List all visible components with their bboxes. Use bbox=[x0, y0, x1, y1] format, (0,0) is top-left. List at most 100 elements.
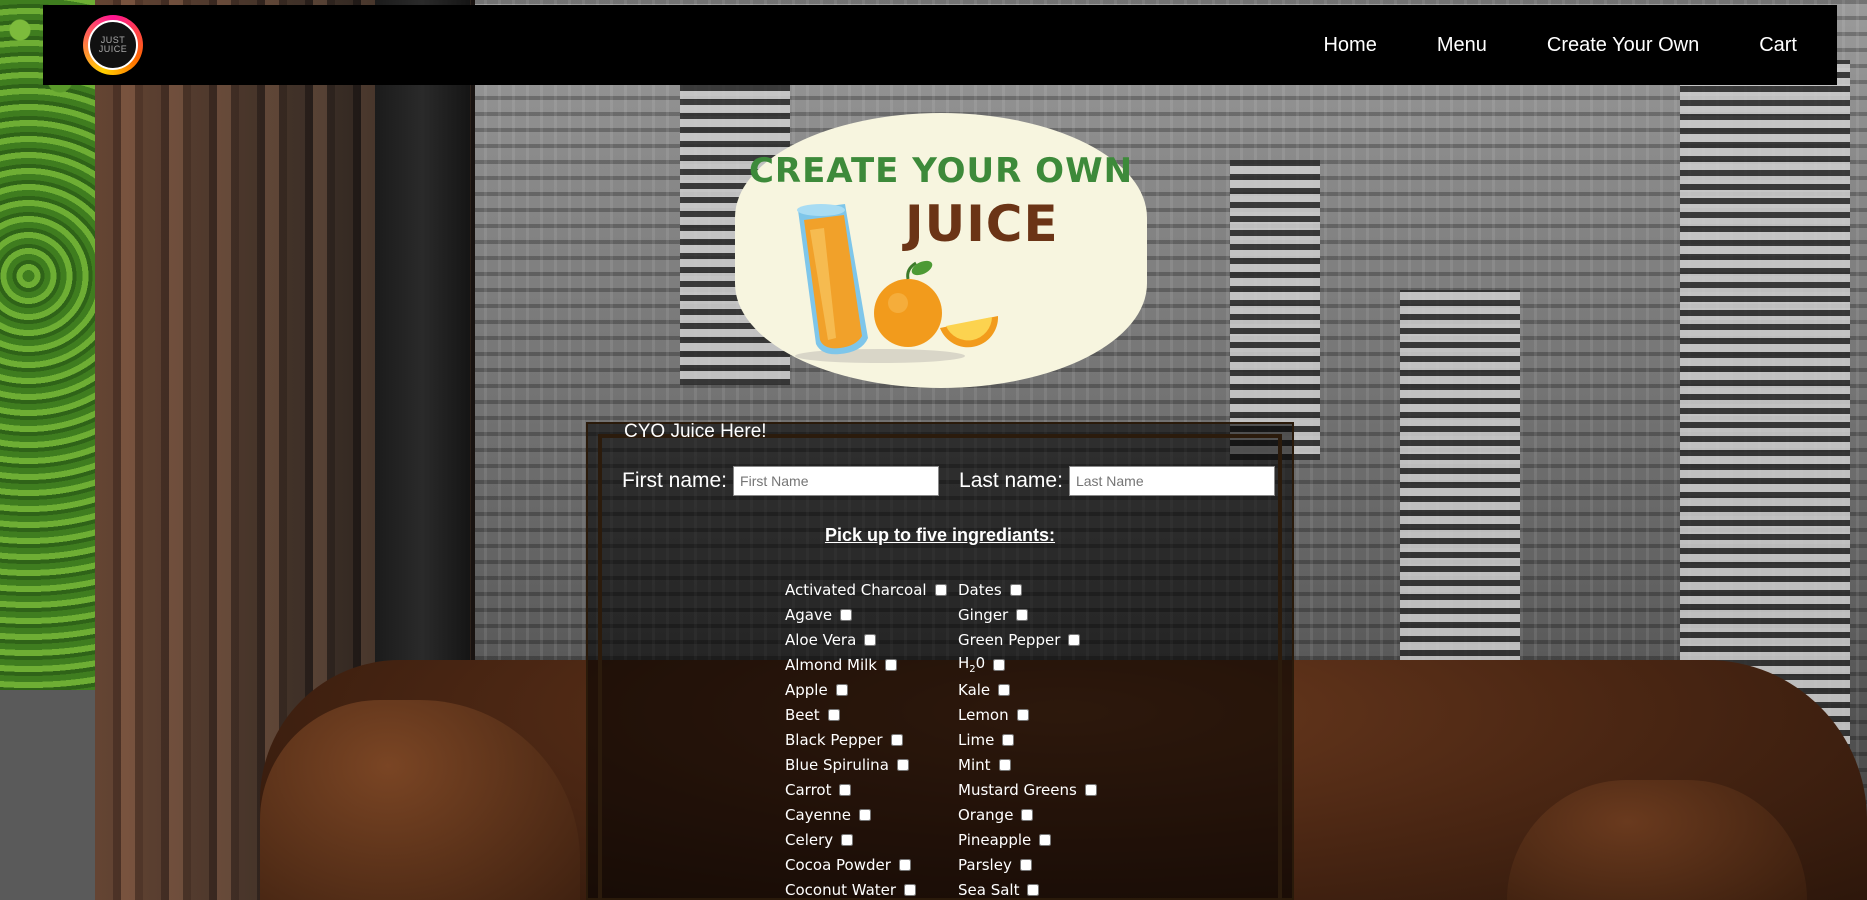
nav-link-cart[interactable]: Cart bbox=[1759, 34, 1797, 57]
ingredient-label: Celery bbox=[785, 830, 834, 849]
ingredient-label: Dates bbox=[958, 580, 1002, 599]
building bbox=[1230, 160, 1320, 460]
ingredient-label: H20 bbox=[958, 654, 986, 675]
ingredient-label: Parsley bbox=[958, 855, 1012, 874]
ingredient-option[interactable]: Activated Charcoal bbox=[785, 577, 947, 602]
green-hedge bbox=[0, 0, 95, 690]
last-name-label: Last name: bbox=[959, 469, 1063, 492]
ingredient-checkbox[interactable] bbox=[840, 608, 853, 621]
ingredient-checkbox[interactable] bbox=[998, 683, 1011, 696]
ingredient-option[interactable]: H20 bbox=[958, 652, 1097, 677]
ingredient-checkbox[interactable] bbox=[1016, 708, 1029, 721]
glass-icon bbox=[797, 204, 868, 355]
ingredient-checkbox[interactable] bbox=[884, 658, 897, 671]
ingredient-checkbox[interactable] bbox=[835, 683, 848, 696]
ingredient-label: Ginger bbox=[958, 605, 1009, 624]
ingredient-checkbox[interactable] bbox=[904, 883, 917, 896]
ingredient-label: Mustard Greens bbox=[958, 780, 1077, 799]
ingredient-label: Orange bbox=[958, 805, 1014, 824]
ingredient-option[interactable]: Agave bbox=[785, 602, 947, 627]
ingredient-checkbox[interactable] bbox=[898, 858, 911, 871]
ingredient-checkbox[interactable] bbox=[1002, 733, 1015, 746]
ingredient-option[interactable]: Mint bbox=[958, 752, 1097, 777]
ingredient-option[interactable]: Cayenne bbox=[785, 802, 947, 827]
ingredient-option[interactable]: Coconut Water bbox=[785, 877, 947, 900]
ingredient-option[interactable]: Dates bbox=[958, 577, 1097, 602]
ingredient-checkbox[interactable] bbox=[1027, 883, 1040, 896]
ingredient-checkbox[interactable] bbox=[1021, 808, 1034, 821]
ingredient-checkbox[interactable] bbox=[890, 733, 903, 746]
ingredient-option[interactable]: Black Pepper bbox=[785, 727, 947, 752]
ingredient-label: Activated Charcoal bbox=[785, 580, 927, 599]
ingredients-column-1: Activated Charcoal Agave Aloe Vera Almon… bbox=[785, 577, 947, 900]
ingredient-checkbox[interactable] bbox=[839, 783, 852, 796]
ingredient-label: Kale bbox=[958, 680, 991, 699]
ingredient-checkbox[interactable] bbox=[1084, 783, 1097, 796]
ingredient-option[interactable]: Lime bbox=[958, 727, 1097, 752]
navbar: JUST JUICE Home Menu Create Your Own Car… bbox=[43, 5, 1837, 85]
ingredients-column-2: Dates Ginger Green Pepper H20 Kale Lemon… bbox=[958, 577, 1097, 900]
ingredient-option[interactable]: Ginger bbox=[958, 602, 1097, 627]
ingredient-checkbox[interactable] bbox=[859, 808, 872, 821]
dark-pillar bbox=[375, 0, 470, 720]
ingredient-option[interactable]: Aloe Vera bbox=[785, 627, 947, 652]
ingredient-label: Lime bbox=[958, 730, 995, 749]
ingredient-option[interactable]: Carrot bbox=[785, 777, 947, 802]
first-name-input[interactable] bbox=[733, 466, 940, 496]
ingredient-label: Agave bbox=[785, 605, 833, 624]
ingredient-label: Almond Milk bbox=[785, 655, 877, 674]
ingredient-label: Cayenne bbox=[785, 805, 852, 824]
ingredient-option[interactable]: Almond Milk bbox=[785, 652, 947, 677]
ingredient-option[interactable]: Mustard Greens bbox=[958, 777, 1097, 802]
ingredient-label: Sea Salt bbox=[958, 880, 1020, 899]
ingredient-option[interactable]: Pineapple bbox=[958, 827, 1097, 852]
ingredient-option[interactable]: Cocoa Powder bbox=[785, 852, 947, 877]
juice-glass-icon bbox=[795, 204, 999, 363]
ingredient-option[interactable]: Kale bbox=[958, 677, 1097, 702]
ingredient-checkbox[interactable] bbox=[1016, 608, 1029, 621]
ingredient-label: Aloe Vera bbox=[785, 630, 857, 649]
ingredient-option[interactable]: Parsley bbox=[958, 852, 1097, 877]
ingredient-option[interactable]: Lemon bbox=[958, 702, 1097, 727]
nav-link-create-your-own[interactable]: Create Your Own bbox=[1547, 34, 1699, 57]
ingredient-option[interactable]: Green Pepper bbox=[958, 627, 1097, 652]
form-legend: CYO Juice Here! bbox=[624, 421, 767, 442]
nav-links: Home Menu Create Your Own Cart bbox=[1263, 34, 1797, 57]
cyo-form: CYO Juice Here! First name: Last name: P… bbox=[586, 421, 1294, 900]
nav-link-home[interactable]: Home bbox=[1323, 34, 1376, 57]
ingredient-checkbox[interactable] bbox=[934, 583, 947, 596]
ingredient-checkbox[interactable] bbox=[827, 708, 840, 721]
logo-text: JUICE bbox=[98, 44, 128, 54]
hero-title-line1: CREATE YOUR OWN bbox=[748, 151, 1134, 191]
ingredient-option[interactable]: Apple bbox=[785, 677, 947, 702]
ingredient-checkbox[interactable] bbox=[841, 833, 854, 846]
ingredients-heading: Pick up to five ingrediants: bbox=[824, 525, 1056, 545]
ingredient-label: Coconut Water bbox=[785, 880, 897, 899]
ingredient-option[interactable]: Blue Spirulina bbox=[785, 752, 947, 777]
ingredient-option[interactable]: Sea Salt bbox=[958, 877, 1097, 900]
logo[interactable]: JUST JUICE bbox=[83, 15, 143, 75]
ingredient-checkbox[interactable] bbox=[1019, 858, 1032, 871]
ingredient-checkbox[interactable] bbox=[1009, 583, 1022, 596]
ingredient-checkbox[interactable] bbox=[864, 633, 877, 646]
name-row: First name: Last name: bbox=[622, 466, 1275, 496]
ingredient-option[interactable]: Beet bbox=[785, 702, 947, 727]
ingredient-checkbox[interactable] bbox=[993, 658, 1006, 671]
ingredient-label: Blue Spirulina bbox=[785, 755, 889, 774]
ingredient-option[interactable]: Orange bbox=[958, 802, 1097, 827]
ingredient-checkbox[interactable] bbox=[1068, 633, 1081, 646]
ingredient-checkbox[interactable] bbox=[1039, 833, 1052, 846]
ingredient-label: Beet bbox=[785, 705, 820, 724]
ingredient-label: Green Pepper bbox=[958, 630, 1061, 649]
ingredient-checkbox[interactable] bbox=[896, 758, 909, 771]
orange-icon bbox=[874, 260, 942, 347]
ingredient-label: Carrot bbox=[785, 780, 832, 799]
ingredient-label: Pineapple bbox=[958, 830, 1032, 849]
ingredient-option[interactable]: Celery bbox=[785, 827, 947, 852]
nav-link-menu[interactable]: Menu bbox=[1437, 34, 1487, 57]
last-name-input[interactable] bbox=[1068, 466, 1275, 496]
ingredient-label: Cocoa Powder bbox=[785, 855, 891, 874]
ingredient-label: Apple bbox=[785, 680, 828, 699]
ingredient-checkbox[interactable] bbox=[998, 758, 1011, 771]
orange-slice-icon bbox=[940, 316, 999, 348]
